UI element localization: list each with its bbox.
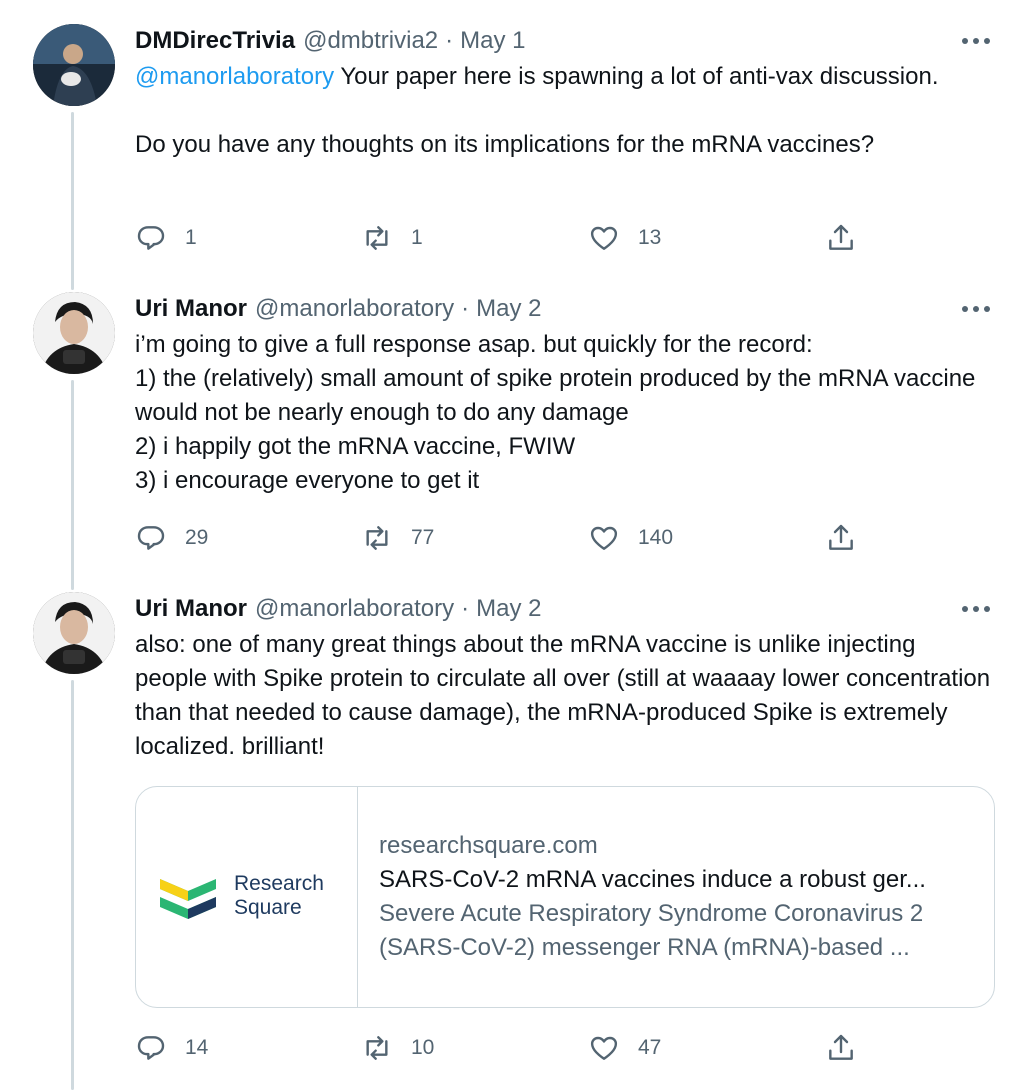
- like-count: 47: [638, 1036, 662, 1059]
- like-count: 140: [638, 526, 674, 549]
- tweet-date[interactable]: May 2: [476, 295, 541, 323]
- tweet-header: DMDirecTrivia @dmbtrivia2 · May 1: [135, 24, 992, 58]
- logo-line-1: Research: [234, 872, 324, 895]
- like-count: 13: [638, 226, 662, 249]
- avatar[interactable]: [33, 592, 115, 674]
- tweet-text: @manorlaboratory Your paper here is spaw…: [135, 60, 992, 162]
- share-button[interactable]: [825, 518, 857, 558]
- tweet[interactable]: Uri Manor @manorlaboratory · May 2 i’m g…: [0, 290, 1022, 580]
- retweet-button[interactable]: 10: [361, 1028, 434, 1068]
- retweet-count: 10: [411, 1036, 435, 1059]
- share-icon: [829, 224, 853, 250]
- avatar[interactable]: [33, 24, 115, 106]
- tweet-text: also: one of many great things about the…: [135, 631, 991, 760]
- mention-link[interactable]: @manorlaboratory: [135, 63, 334, 90]
- share-button[interactable]: [825, 1028, 857, 1068]
- like-button[interactable]: 47: [588, 1028, 661, 1068]
- avatar-image: [33, 24, 115, 106]
- author-handle[interactable]: @dmbtrivia2: [303, 27, 438, 55]
- separator: ·: [461, 295, 470, 322]
- tweet-date[interactable]: May 1: [460, 27, 525, 55]
- card-domain: researchsquare.com: [379, 832, 598, 859]
- avatar[interactable]: [33, 292, 115, 374]
- tweet-actions: 14 10 47: [135, 1028, 875, 1068]
- like-button[interactable]: 13: [588, 218, 661, 258]
- retweet-icon: [366, 226, 388, 250]
- research-square-logo: Research Square: [158, 871, 324, 921]
- tweet-header: Uri Manor @manorlaboratory · May 2: [135, 592, 992, 626]
- avatar-image: [33, 592, 115, 674]
- retweet-count: 1: [411, 226, 423, 249]
- reply-icon: [137, 226, 165, 250]
- logo-line-2: Square: [234, 896, 302, 919]
- heart-icon: [590, 526, 618, 550]
- card-description-line-1: Severe Acute Respiratory Syndrome Corona…: [379, 900, 924, 927]
- share-button[interactable]: [825, 218, 857, 258]
- link-card[interactable]: Research Square researchsquare.com SARS-…: [135, 786, 995, 1008]
- author-name[interactable]: Uri Manor: [135, 295, 247, 323]
- reply-icon: [137, 526, 165, 550]
- author-handle[interactable]: @manorlaboratory: [255, 295, 454, 323]
- reply-count: 1: [185, 226, 197, 249]
- reply-button[interactable]: 1: [135, 218, 197, 258]
- tweet-text: i’m going to give a full response asap. …: [135, 331, 976, 494]
- share-icon: [829, 524, 853, 550]
- more-icon[interactable]: [952, 292, 992, 326]
- reply-icon: [137, 1036, 165, 1060]
- retweet-count: 77: [411, 526, 435, 549]
- card-title: SARS-CoV-2 mRNA vaccines induce a robust…: [379, 866, 926, 893]
- author-name[interactable]: DMDirecTrivia: [135, 27, 295, 55]
- retweet-button[interactable]: 1: [361, 218, 423, 258]
- heart-icon: [590, 226, 618, 250]
- author-name[interactable]: Uri Manor: [135, 595, 247, 623]
- reply-count: 29: [185, 526, 209, 549]
- tweet-actions: 29 77 140: [135, 518, 875, 558]
- reply-button[interactable]: 14: [135, 1028, 208, 1068]
- reply-count: 14: [185, 1036, 209, 1059]
- tweet-header: Uri Manor @manorlaboratory · May 2: [135, 292, 992, 326]
- card-description-line-2: (SARS-CoV-2) messenger RNA (mRNA)-based …: [379, 934, 910, 961]
- more-icon[interactable]: [952, 592, 992, 626]
- retweet-icon: [366, 526, 388, 550]
- avatar-image: [33, 292, 115, 374]
- research-square-logo-icon: [160, 879, 216, 919]
- tweet-date[interactable]: May 2: [476, 595, 541, 623]
- tweet[interactable]: Uri Manor @manorlaboratory · May 2 also:…: [0, 592, 1022, 1090]
- card-media: Research Square: [136, 787, 358, 1007]
- reply-button[interactable]: 29: [135, 518, 208, 558]
- tweet-actions: 1 1 13: [135, 218, 875, 258]
- author-handle[interactable]: @manorlaboratory: [255, 595, 454, 623]
- logo-wordmark: Research Square: [234, 872, 324, 920]
- heart-icon: [590, 1036, 618, 1060]
- retweet-button[interactable]: 77: [361, 518, 434, 558]
- more-icon[interactable]: [952, 24, 992, 58]
- card-text: researchsquare.com SARS-CoV-2 mRNA vacci…: [379, 829, 974, 965]
- tweet[interactable]: DMDirecTrivia @dmbtrivia2 · May 1 @manor…: [0, 0, 1022, 270]
- retweet-icon: [366, 1036, 388, 1060]
- share-icon: [829, 1034, 853, 1060]
- like-button[interactable]: 140: [588, 518, 673, 558]
- separator: ·: [461, 595, 470, 622]
- separator: ·: [445, 27, 454, 54]
